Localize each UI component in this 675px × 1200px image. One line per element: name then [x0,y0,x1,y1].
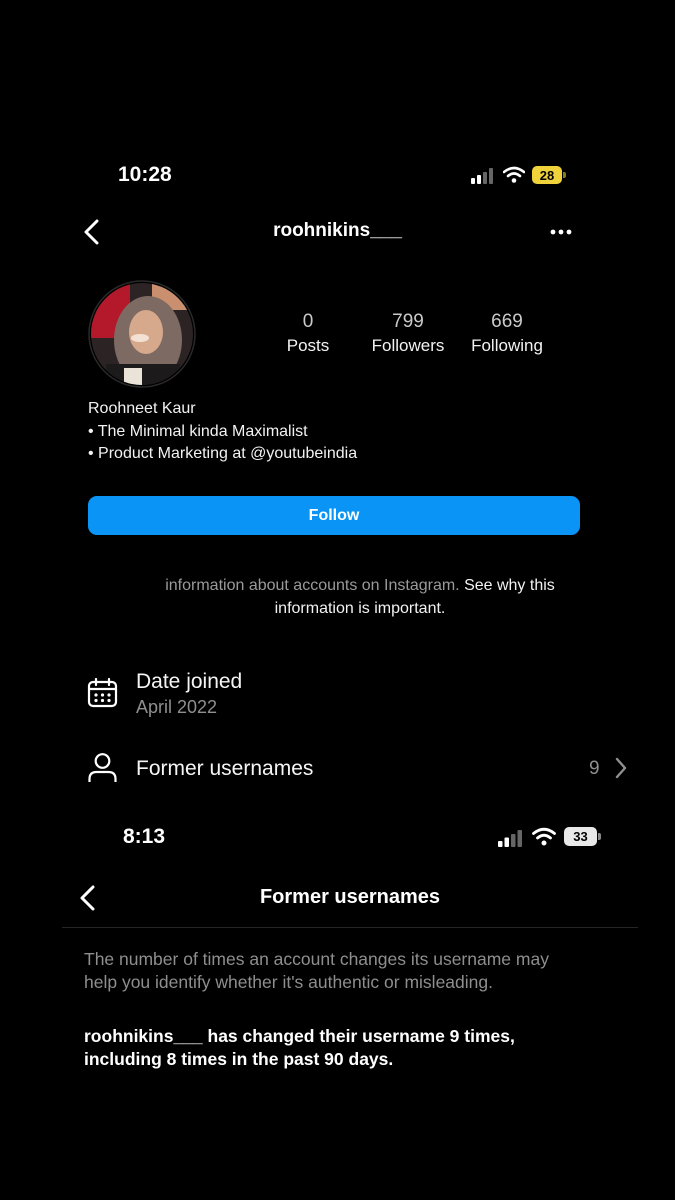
person-icon [88,753,117,782]
page-title: Former usernames [259,886,441,908]
see-why-link[interactable]: See why this [464,577,555,594]
battery-cap [563,172,566,178]
stat-posts[interactable]: 0 Posts [268,311,348,356]
avatar[interactable] [88,280,196,388]
stat-followers[interactable]: 799 Followers [362,311,454,356]
more-icon[interactable] [549,228,573,236]
wifi-icon [532,827,556,846]
follow-button[interactable]: Follow [88,496,580,535]
stat-followers-label: Followers [371,336,445,355]
username-change-statement: roohnikins___ has changed their username… [84,1025,515,1071]
battery-icon: 28 [532,166,562,184]
date-joined-label: Date joined [136,670,243,693]
status-time-second: 8:13 [123,825,166,848]
calendar-icon [87,677,118,708]
status-time: 10:28 [118,163,172,186]
date-joined-value: April 2022 [136,697,218,717]
former-usernames-count: 9 [589,758,600,779]
statement-line: roohnikins___ has changed their username… [84,1026,515,1046]
battery-level: 28 [539,167,555,183]
battery-level: 33 [573,829,588,844]
stat-followers-value: 799 [392,311,424,332]
profile-username: roohnikins___ [273,220,402,241]
battery-cap [598,833,601,840]
see-why-link-cont[interactable]: information is important. [60,597,660,620]
wifi-icon [503,166,525,183]
description-line: help you identify whether it's authentic… [84,972,493,992]
info-text: information about accounts on Instagram. [165,577,460,594]
stat-following[interactable]: 669 Following [462,311,552,356]
chevron-right-icon [615,757,627,779]
bio-name: Roohneet Kaur [88,400,196,417]
statement-line: including 8 times in the past 90 days. [84,1049,394,1069]
former-usernames-label: Former usernames [136,757,314,780]
stat-following-label: Following [471,336,543,355]
stat-following-value: 669 [491,311,523,332]
description-line: The number of times an account changes i… [84,949,549,969]
header-divider [62,927,638,928]
bio: Roohneet Kaur • The Minimal kinda Maxima… [88,398,357,466]
former-usernames-description: The number of times an account changes i… [84,948,549,994]
stat-posts-label: Posts [286,336,330,355]
battery-icon: 33 [564,827,597,846]
bio-line: • Product Marketing at @youtubeindia [88,445,358,462]
about-info-text: information about accounts on Instagram.… [60,574,660,620]
bio-line: • The Minimal kinda Maximalist [88,422,308,440]
signal-icon [498,830,522,847]
stat-posts-value: 0 [302,311,314,332]
signal-icon [471,168,493,184]
